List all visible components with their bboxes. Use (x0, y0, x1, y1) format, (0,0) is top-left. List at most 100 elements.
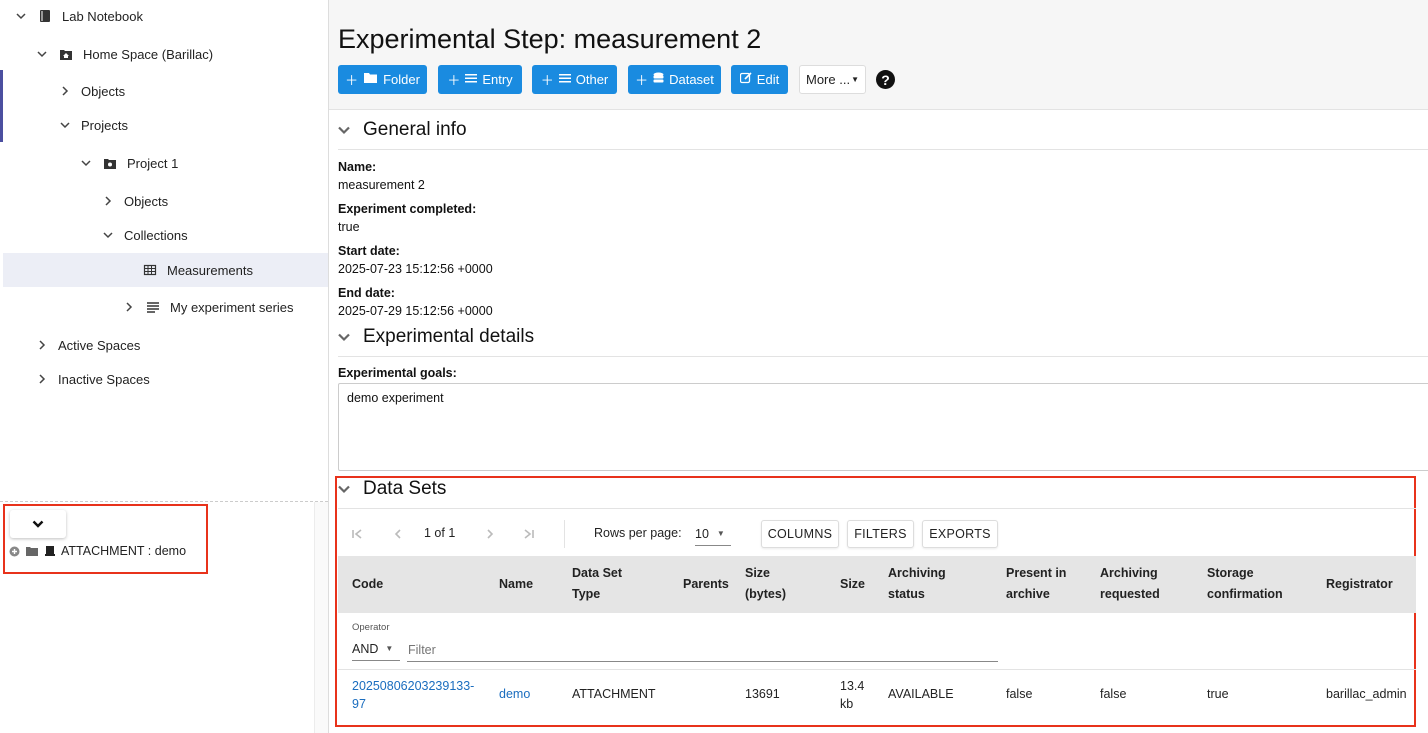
tree-node-active-spaces[interactable]: Active Spaces (34, 329, 140, 361)
last-page-icon[interactable] (523, 523, 535, 545)
add-folder-button[interactable]: ＋ Folder (338, 65, 427, 94)
expand-plus-icon[interactable] (9, 546, 20, 557)
field-value: true (338, 220, 360, 234)
goals-textarea[interactable]: demo experiment (338, 383, 1428, 471)
dataset-icon (44, 545, 56, 557)
add-other-button[interactable]: ＋ Other (532, 65, 617, 94)
first-page-icon[interactable] (351, 523, 363, 545)
navigation-panel: Lab Notebook Home Space (Barillac) Objec… (0, 0, 329, 733)
chevron-right-icon[interactable] (57, 83, 73, 99)
field-value: measurement 2 (338, 178, 425, 192)
tree-node-project-objects[interactable]: Objects (100, 185, 168, 217)
tree-node-label: Objects (124, 193, 169, 209)
divider (338, 356, 1428, 357)
divider (338, 149, 1428, 150)
section-title: General info (363, 119, 467, 140)
chevron-down-icon (338, 333, 352, 342)
section-title: Experimental details (363, 326, 535, 347)
tree-node-measurements[interactable]: Measurements (3, 253, 328, 287)
list-icon (145, 299, 161, 315)
columns-button[interactable]: COLUMNS (761, 520, 839, 548)
column-header-registrator[interactable]: Registrator (1326, 574, 1393, 595)
field-value: 2025-07-23 15:12:56 +0000 (338, 262, 493, 276)
dataset-name-link[interactable]: demo (499, 685, 530, 703)
field-value: 2025-07-29 15:12:56 +0000 (338, 304, 493, 318)
column-header-archiving-status[interactable]: Archiving status (888, 563, 946, 605)
dataset-code-link[interactable]: 20250806203239133- 97 (352, 677, 474, 713)
attachment-item[interactable]: ATTACHMENT : demo (9, 544, 186, 558)
header-line: Storage (1207, 566, 1254, 580)
column-header-present-in-archive[interactable]: Present in archive (1006, 563, 1066, 605)
tree-node-label: Inactive Spaces (58, 371, 150, 387)
chevron-right-icon[interactable] (100, 193, 116, 209)
column-header-type[interactable]: Data Set Type (572, 563, 622, 605)
chevron-down-icon[interactable] (57, 117, 73, 133)
header-line: Data Set (572, 566, 623, 580)
column-header-archiving-requested[interactable]: Archiving requested (1100, 563, 1160, 605)
dataset-archiving-requested: false (1100, 687, 1127, 701)
exports-button[interactable]: EXPORTS (922, 520, 998, 548)
tree-node-label: Collections (124, 227, 188, 243)
next-page-icon[interactable] (484, 523, 496, 545)
column-header-code[interactable]: Code (352, 574, 383, 595)
add-dataset-button[interactable]: ＋ Dataset (628, 65, 721, 94)
scrollbar[interactable] (314, 502, 328, 733)
chevron-down-icon[interactable] (78, 155, 94, 171)
column-header-storage-confirmation[interactable]: Storage confirmation (1207, 563, 1283, 605)
column-header-size[interactable]: Size (840, 574, 865, 595)
prev-page-icon[interactable] (392, 523, 404, 545)
chevron-down-icon[interactable] (34, 46, 50, 62)
panel-divider (0, 501, 328, 502)
filter-input[interactable] (407, 638, 998, 662)
section-general-info[interactable]: General info (338, 119, 467, 141)
tree-node-label: Active Spaces (58, 337, 141, 353)
caret-down-icon: ▼ (851, 75, 859, 84)
collapse-button[interactable] (10, 510, 66, 538)
button-label: Other (575, 72, 609, 87)
tree-node-projects[interactable]: Projects (57, 109, 128, 141)
tree-node-label: Project 1 (127, 155, 179, 171)
tree-node-inactive-spaces[interactable]: Inactive Spaces (34, 363, 150, 395)
tree-node-collections[interactable]: Collections (100, 219, 188, 251)
tree-node-lab-notebook[interactable]: Lab Notebook (13, 0, 143, 32)
section-data-sets[interactable]: Data Sets (338, 478, 446, 500)
column-header-parents[interactable]: Parents (683, 574, 729, 595)
column-header-name[interactable]: Name (499, 574, 533, 595)
tree-node-label: My experiment series (170, 299, 294, 315)
dataset-storage-confirmation: true (1207, 687, 1229, 701)
lines-icon (465, 72, 478, 87)
dataset-archiving-status: AVAILABLE (888, 687, 954, 701)
button-label: Folder (383, 72, 420, 87)
chevron-down-icon[interactable] (13, 8, 29, 24)
add-entry-button[interactable]: ＋ Entry (438, 65, 522, 94)
help-icon[interactable]: ? (876, 70, 895, 89)
column-header-size-bytes[interactable]: Size (bytes) (745, 563, 786, 605)
header-line: Archiving (888, 566, 946, 580)
section-experimental-details[interactable]: Experimental details (338, 326, 534, 348)
dataset-size-bytes: 13691 (745, 687, 780, 701)
plus-icon: ＋ (345, 73, 359, 88)
chevron-down-icon (338, 485, 352, 494)
field-value: demo experiment (347, 391, 444, 405)
chevron-right-icon[interactable] (34, 337, 50, 353)
field-label: Start date: (338, 244, 400, 258)
tree-node-project-1[interactable]: Project 1 (78, 147, 178, 179)
tree-node-objects[interactable]: Objects (57, 75, 125, 107)
operator-select[interactable]: AND ▼ (352, 637, 400, 661)
header-line: archive (1006, 587, 1050, 601)
tree-node-experiment-series[interactable]: My experiment series (121, 291, 294, 323)
rows-per-page-select[interactable]: 10 ▼ (695, 522, 731, 546)
select-value: AND (352, 641, 379, 656)
chevron-right-icon[interactable] (34, 371, 50, 387)
filters-button[interactable]: FILTERS (847, 520, 914, 548)
project-folder-icon (102, 155, 118, 171)
code-line: 97 (352, 697, 366, 711)
tree-node-label: Lab Notebook (62, 8, 143, 24)
dataset-type: ATTACHMENT (572, 687, 656, 701)
chevron-right-icon[interactable] (121, 299, 137, 315)
more-dropdown[interactable]: More ... ▼ (799, 65, 866, 94)
edit-button[interactable]: Edit (731, 65, 788, 94)
tree-node-home-space[interactable]: Home Space (Barillac) (34, 38, 213, 70)
divider (338, 508, 1416, 509)
chevron-down-icon[interactable] (100, 227, 116, 243)
